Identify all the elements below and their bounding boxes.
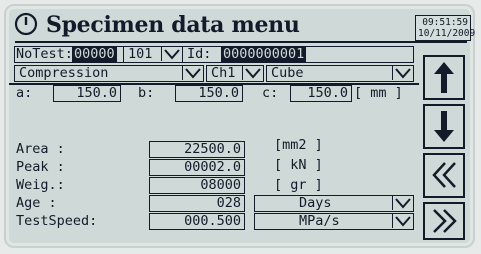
id-input[interactable]: 0000000001	[221, 47, 307, 62]
dim-a-input[interactable]: 150.0	[53, 85, 121, 102]
arrow-up-icon	[434, 62, 454, 93]
peak-label: Peak :	[16, 159, 65, 175]
scroll-down-button[interactable]	[423, 104, 465, 149]
peak-value: 00002.0	[149, 159, 245, 176]
channel-value: Ch1	[211, 65, 236, 81]
arrow-down-icon	[434, 111, 454, 142]
title-text: Specimen data menu	[46, 12, 300, 38]
chevron-down-icon	[161, 47, 180, 61]
shape-value: Cube	[271, 65, 304, 81]
area-value: 22500.0	[149, 141, 245, 158]
chevron-down-icon	[392, 66, 411, 80]
dim-c-label: c:	[262, 85, 279, 101]
dim-b-label: b:	[138, 85, 155, 101]
weight-unit: [ gr ]	[274, 177, 323, 193]
chevron-down-icon	[242, 66, 261, 80]
age-input[interactable]: 028	[149, 195, 245, 212]
notest-ext-dropdown[interactable]: 101	[123, 46, 183, 63]
speed-unit-value: MPa/s	[299, 213, 340, 229]
channel-dropdown[interactable]: Ch1	[206, 65, 264, 82]
test-type-value: Compression	[19, 65, 109, 81]
time-text: 09:51:59	[422, 17, 468, 28]
speed-input[interactable]: 000.500	[149, 213, 245, 230]
age-label: Age :	[16, 195, 57, 211]
next-page-button[interactable]	[423, 202, 465, 240]
speed-label: TestSpeed:	[16, 213, 98, 229]
datetime-display: 09:51:59 10/11/2009	[415, 15, 475, 41]
header-divider	[15, 41, 467, 43]
peak-unit: [ kN ]	[274, 157, 323, 173]
notest-input[interactable]: 00000	[72, 47, 117, 62]
area-unit: [mm2 ]	[274, 137, 323, 153]
notest-label: NoTest:	[16, 46, 73, 62]
age-unit-dropdown[interactable]: Days	[254, 195, 414, 212]
double-chevron-left-icon	[432, 162, 456, 188]
chevron-down-icon	[392, 196, 411, 210]
dim-b-input[interactable]: 150.0	[175, 85, 243, 102]
date-text: 10/11/2009	[418, 28, 475, 39]
double-chevron-right-icon	[433, 209, 457, 233]
device-frame: Specimen data menu 09:51:59 10/11/2009 N…	[4, 4, 475, 248]
id-label: Id:	[187, 46, 212, 62]
clock-icon	[14, 12, 38, 36]
notest-ext-value: 101	[128, 46, 153, 62]
shape-dropdown[interactable]: Cube	[266, 65, 414, 82]
weight-label: Weig.:	[16, 177, 65, 193]
test-type-dropdown[interactable]: Compression	[14, 65, 204, 82]
scroll-up-button[interactable]	[423, 55, 465, 100]
speed-unit-dropdown[interactable]: MPa/s	[254, 213, 414, 230]
area-label: Area :	[16, 141, 65, 157]
dim-c-input[interactable]: 150.0	[290, 85, 352, 102]
chevron-down-icon	[182, 66, 201, 80]
dim-a-label: a:	[16, 85, 33, 101]
dim-unit: [ mm ]	[354, 85, 403, 101]
previous-page-button[interactable]	[423, 153, 465, 198]
chevron-down-icon	[392, 214, 411, 228]
lcd-screen: Specimen data menu 09:51:59 10/11/2009 N…	[9, 9, 475, 243]
age-unit-value: Days	[299, 195, 332, 211]
weight-input[interactable]: 08000	[149, 177, 245, 194]
